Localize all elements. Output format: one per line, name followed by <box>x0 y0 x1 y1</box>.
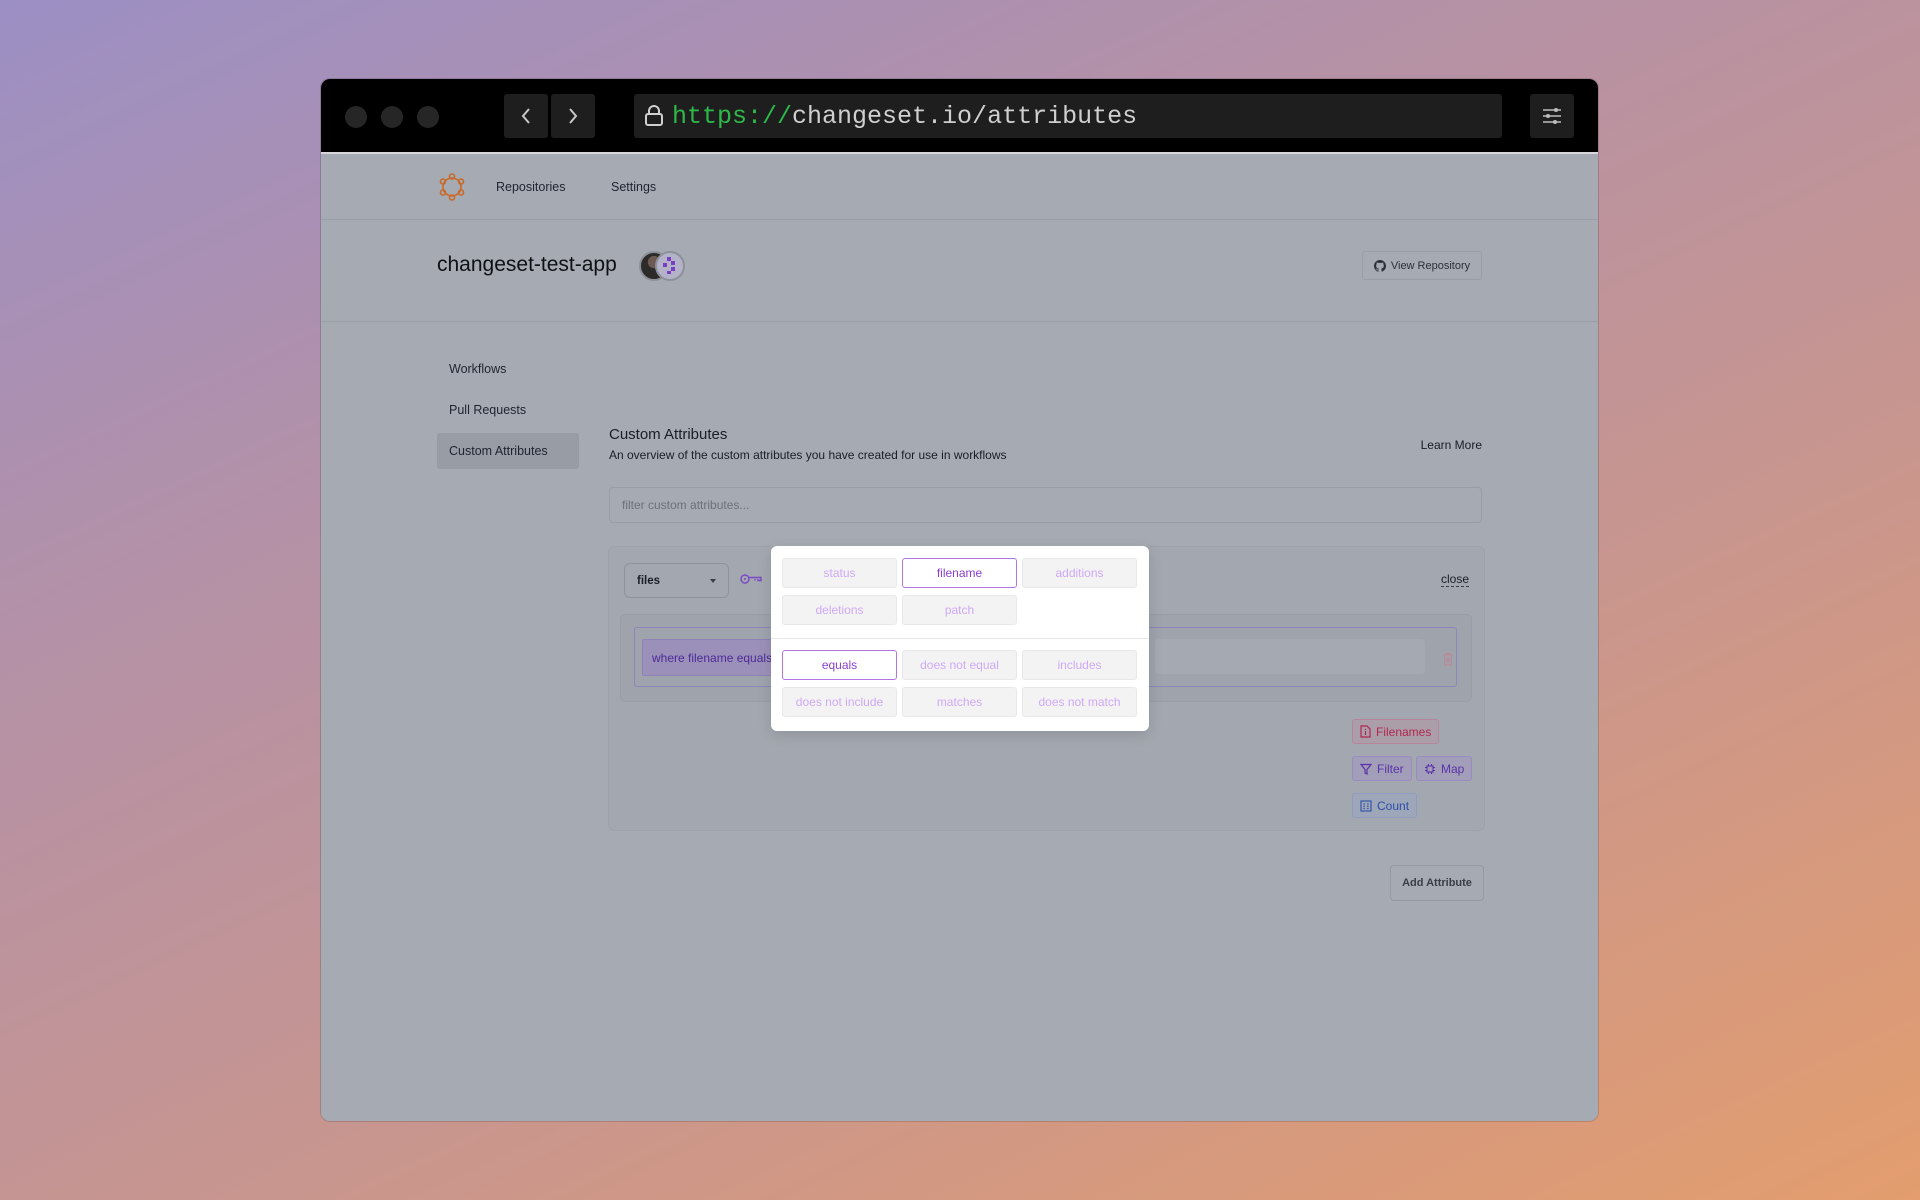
chevron-right-icon <box>569 108 578 124</box>
filter-icon <box>1360 763 1372 775</box>
field-options: status filename additions deletions patc… <box>782 558 1137 625</box>
avatar[interactable] <box>655 251 685 281</box>
back-button[interactable] <box>504 94 548 138</box>
operator-option-does-not-include[interactable]: does not include <box>782 687 897 717</box>
source-select[interactable]: files <box>624 563 729 598</box>
count-label: Count <box>1377 798 1410 813</box>
trash-icon[interactable] <box>1442 652 1454 671</box>
window-maximize-dot[interactable] <box>417 106 439 128</box>
condition-value-input[interactable] <box>1155 639 1425 674</box>
field-option-status[interactable]: status <box>782 558 897 588</box>
view-repository-button[interactable]: View Repository <box>1362 251 1482 280</box>
sidebar-item-custom-attributes[interactable]: Custom Attributes <box>437 433 579 469</box>
repo-header: changeset-test-app View Repository <box>321 221 1598 322</box>
filter-attributes-input[interactable] <box>609 487 1482 523</box>
view-repository-label: View Repository <box>1390 259 1471 272</box>
count-button[interactable]: Count <box>1352 793 1418 818</box>
calculator-icon <box>1360 799 1372 812</box>
filenames-label: Filenames <box>1376 724 1432 739</box>
field-option-filename[interactable]: filename <box>902 558 1017 588</box>
chevron-left-icon <box>521 108 530 124</box>
field-option-additions[interactable]: additions <box>1022 558 1137 588</box>
map-button[interactable]: Map <box>1416 756 1473 781</box>
operator-options: equals does not equal includes does not … <box>782 650 1137 717</box>
source-select-value: files <box>637 574 661 587</box>
operator-option-equals[interactable]: equals <box>782 650 897 680</box>
condition-picker-popover: status filename additions deletions patc… <box>771 546 1149 731</box>
sidebar-item-workflows[interactable]: Workflows <box>437 351 579 387</box>
field-option-patch[interactable]: patch <box>902 595 1017 625</box>
sidebar: Workflows Pull Requests Custom Attribute… <box>437 351 579 474</box>
top-navigation: Repositories Settings <box>321 156 1598 220</box>
condition-selector[interactable]: where filename equals <box>642 639 792 676</box>
operator-option-includes[interactable]: includes <box>1022 650 1137 680</box>
learn-more-link[interactable]: Learn More <box>1421 438 1482 452</box>
address-bar[interactable]: https://changeset.io/attributes <box>634 94 1502 138</box>
filenames-button[interactable]: Filenames <box>1352 719 1440 744</box>
map-label: Map <box>1441 761 1465 776</box>
browser-menu-button[interactable] <box>1530 94 1574 138</box>
field-option-deletions[interactable]: deletions <box>782 595 897 625</box>
nav-settings[interactable]: Settings <box>611 180 656 194</box>
url-path: changeset.io/attributes <box>792 101 1138 131</box>
operator-option-does-not-match[interactable]: does not match <box>1022 687 1137 717</box>
chip-icon <box>1425 763 1435 774</box>
url-scheme: https:// <box>672 101 793 131</box>
filter-label: Filter <box>1377 761 1404 776</box>
file-icon <box>1360 725 1371 738</box>
collaborator-avatars <box>639 251 687 281</box>
nav-repositories[interactable]: Repositories <box>496 180 565 194</box>
operator-option-matches[interactable]: matches <box>902 687 1017 717</box>
close-link[interactable]: close <box>1440 572 1469 587</box>
window-minimize-dot[interactable] <box>381 106 403 128</box>
window-close-dot[interactable] <box>345 106 367 128</box>
add-attribute-button[interactable]: Add Attribute <box>1390 865 1484 901</box>
caret-down-icon <box>710 578 716 583</box>
section-description: An overview of the custom attributes you… <box>609 448 1007 462</box>
section-title: Custom Attributes <box>609 426 728 443</box>
lock-icon <box>644 105 664 127</box>
popover-divider <box>771 638 1149 639</box>
sidebar-item-pull-requests[interactable]: Pull Requests <box>437 392 579 428</box>
forward-button[interactable] <box>551 94 595 138</box>
operator-option-does-not-equal[interactable]: does not equal <box>902 650 1017 680</box>
key-icon <box>740 572 762 590</box>
filter-button[interactable]: Filter <box>1352 756 1412 781</box>
changeset-logo-icon[interactable] <box>438 172 466 207</box>
github-icon <box>1373 259 1386 272</box>
browser-titlebar: https://changeset.io/attributes <box>321 79 1598 154</box>
sliders-icon <box>1543 108 1561 124</box>
repo-title: changeset-test-app <box>437 253 617 276</box>
